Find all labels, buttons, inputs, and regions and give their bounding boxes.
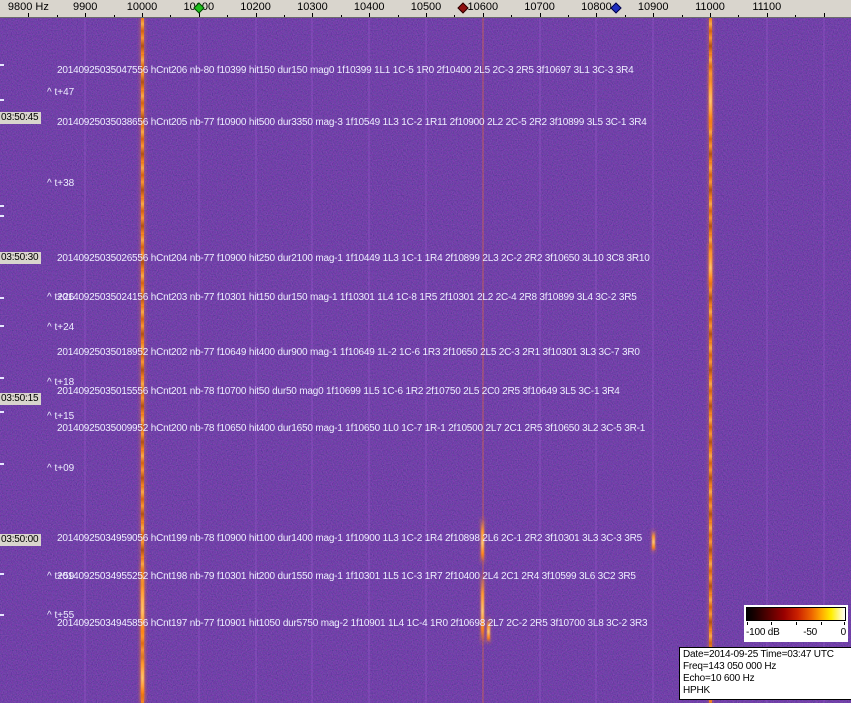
info-date-time: Date=2014-09-25 Time=03:47 UTC: [683, 649, 834, 660]
freq-tick: [113, 15, 115, 17]
time-label: 03:50:30: [0, 252, 42, 264]
detection-text: 20140925035015556 hCnt201 nb-78 f10700 h…: [57, 386, 620, 397]
time-tick: [0, 614, 4, 616]
time-tick: [0, 297, 4, 299]
freq-tick: [653, 13, 655, 17]
info-station-id: HPHK: [683, 685, 710, 696]
freq-label: 11000: [695, 1, 725, 13]
freq-tick: [624, 15, 626, 17]
freq-tick: [710, 13, 711, 17]
carrier-line: [652, 18, 655, 703]
freq-label: 10400: [353, 1, 385, 13]
detection-text: 20140925034955252 hCnt198 nb-79 f10301 h…: [57, 571, 636, 582]
echo-streak: [140, 648, 144, 703]
event-marker: ^ t+18: [47, 377, 75, 388]
freq-tick: [312, 13, 314, 17]
freq-tick: [426, 13, 427, 17]
freq-tick: [56, 15, 58, 17]
freq-tick: [482, 13, 484, 17]
event-marker: ^ t+59: [47, 571, 75, 582]
echo-streak: [651, 530, 655, 552]
time-tick: [0, 325, 4, 327]
freq-tick: [170, 15, 172, 17]
freq-tick: [454, 15, 456, 17]
echo-streak: [481, 573, 485, 643]
freq-tick: [28, 13, 30, 17]
time-label: 03:50:15: [0, 393, 42, 405]
freq-label: 10500: [410, 1, 442, 13]
detection-text: 20140925035047556 hCnt206 nb-80 f10399 h…: [57, 65, 634, 76]
freq-tick: [823, 13, 825, 17]
spectrogram-canvas[interactable]: 03:50:45 03:50:30 03:50:15 03:50:00 20140925…: [0, 18, 851, 703]
freq-tick: [284, 15, 285, 17]
freq-tick: [795, 15, 797, 17]
time-tick: [0, 573, 4, 575]
carrier-line: [765, 18, 768, 703]
freq-tick: [681, 15, 683, 17]
time-tick: [0, 411, 4, 413]
legend-label-mid: -50: [803, 627, 818, 638]
freq-tick: [227, 15, 229, 17]
carrier-line: [822, 18, 825, 703]
freq-label: 11100: [752, 1, 782, 13]
time-tick: [0, 377, 4, 379]
freq-tick: [142, 13, 143, 17]
time-tick: [0, 205, 4, 207]
time-tick: [0, 64, 4, 66]
freq-tick: [85, 13, 87, 17]
detection-text: 20140925034959056 hCnt199 nb-78 f10900 h…: [57, 533, 642, 544]
time-tick: [0, 463, 4, 465]
freq-marker-blue-icon[interactable]: [610, 2, 622, 14]
color-scale-bar: [746, 607, 846, 621]
detection-text: 20140925035009952 hCnt200 nb-78 f10650 h…: [57, 423, 646, 434]
event-marker: ^ t+24: [47, 322, 75, 333]
legend-labels: -100 dB -50 0: [746, 627, 846, 638]
detection-text: 20140925035026556 hCnt204 nb-77 f10900 h…: [57, 253, 650, 264]
freq-tick: [568, 15, 569, 17]
freq-label: 10900: [637, 1, 669, 13]
detection-text: 20140925035018952 hCnt202 nb-77 f10649 h…: [57, 347, 640, 358]
freq-tick: [369, 13, 371, 17]
legend-label-min: -100 dB: [746, 627, 780, 638]
freq-tick: [255, 13, 257, 17]
status-info-box: Date=2014-09-25 Time=03:47 UTC Freq=143 …: [679, 647, 851, 700]
info-echo: Echo=10 600 Hz: [683, 673, 755, 684]
echo-streak: [708, 63, 712, 133]
time-tick: [0, 215, 4, 217]
detection-text: 20140925034945856 hCnt197 nb-77 f10901 h…: [57, 618, 648, 629]
freq-tick: [511, 15, 513, 17]
freq-tick: [539, 13, 541, 17]
freq-tick: [340, 15, 342, 17]
freq-label: 9800 Hz: [7, 1, 49, 13]
db-scale-legend: -100 dB -50 0: [744, 605, 848, 642]
freq-tick: [766, 13, 768, 17]
freq-label: 9900: [72, 1, 98, 13]
freq-label: 10600: [467, 1, 499, 13]
time-label: 03:50:00: [0, 534, 42, 546]
event-marker: ^ t+38: [47, 178, 75, 189]
event-marker: ^ t+15: [47, 411, 75, 422]
event-marker: ^ t+09: [47, 463, 75, 474]
event-marker: ^ t+55: [47, 610, 75, 621]
detection-text: 20140925035038656 hCnt205 nb-77 f10900 h…: [57, 117, 647, 128]
freq-label: 10000: [126, 1, 158, 13]
freq-tick: [596, 13, 598, 17]
freq-tick: [397, 15, 399, 17]
info-frequency: Freq=143 050 000 Hz: [683, 661, 777, 672]
detection-text: 20140925035024156 hCnt203 nb-77 f10301 h…: [57, 292, 637, 303]
event-marker: ^ t+26: [47, 292, 75, 303]
legend-label-max: 0: [840, 627, 847, 638]
spectrum-lab-window: 9800 Hz990010000101001020010300104001050…: [0, 0, 851, 703]
freq-tick: [738, 15, 740, 17]
freq-label: 10700: [524, 1, 555, 13]
frequency-scale[interactable]: 9800 Hz990010000101001020010300104001050…: [0, 0, 851, 18]
freq-label: 10200: [240, 1, 271, 13]
echo-streak: [708, 243, 712, 288]
legend-ticks: [746, 622, 846, 626]
time-label: 03:50:45: [0, 112, 42, 124]
freq-label: 10800: [581, 1, 612, 13]
time-tick: [0, 99, 4, 101]
event-marker: ^ t+47: [47, 87, 75, 98]
freq-label: 10300: [297, 1, 328, 13]
